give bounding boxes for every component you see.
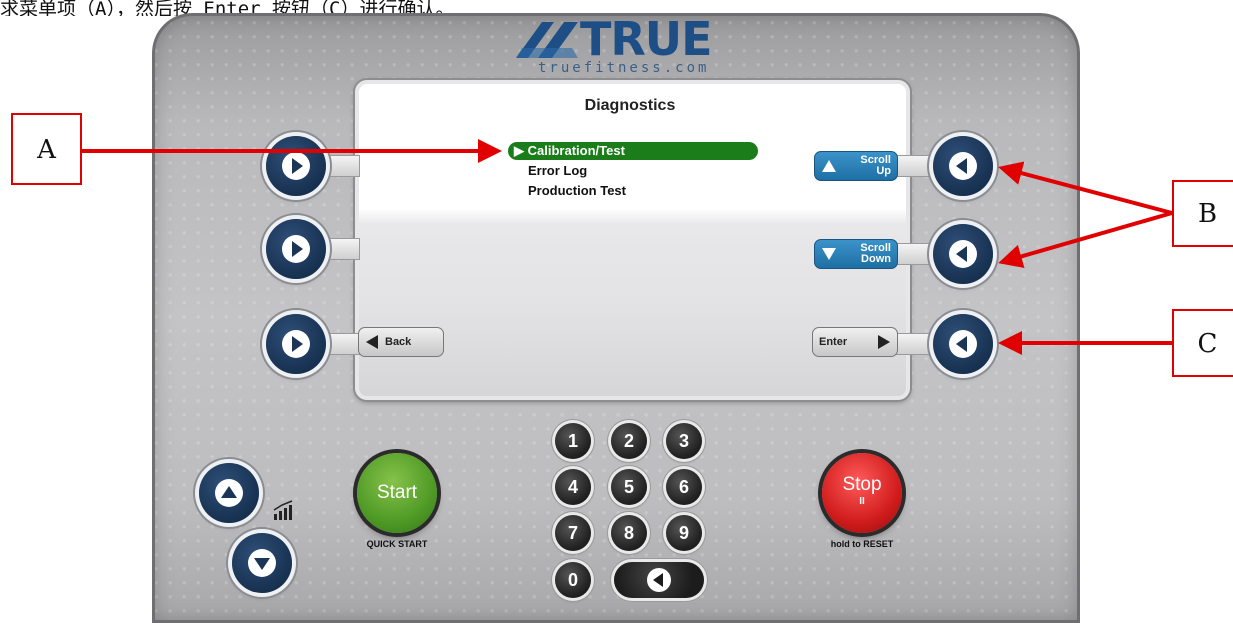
callout-b-arrow-lower bbox=[998, 211, 1173, 268]
callout-c-label: C bbox=[1172, 309, 1233, 377]
callout-b-label: B bbox=[1172, 180, 1233, 247]
callout-arrows bbox=[82, 139, 1173, 355]
callout-a-label: A bbox=[11, 113, 82, 185]
callout-b-arrow-upper bbox=[998, 161, 1173, 215]
